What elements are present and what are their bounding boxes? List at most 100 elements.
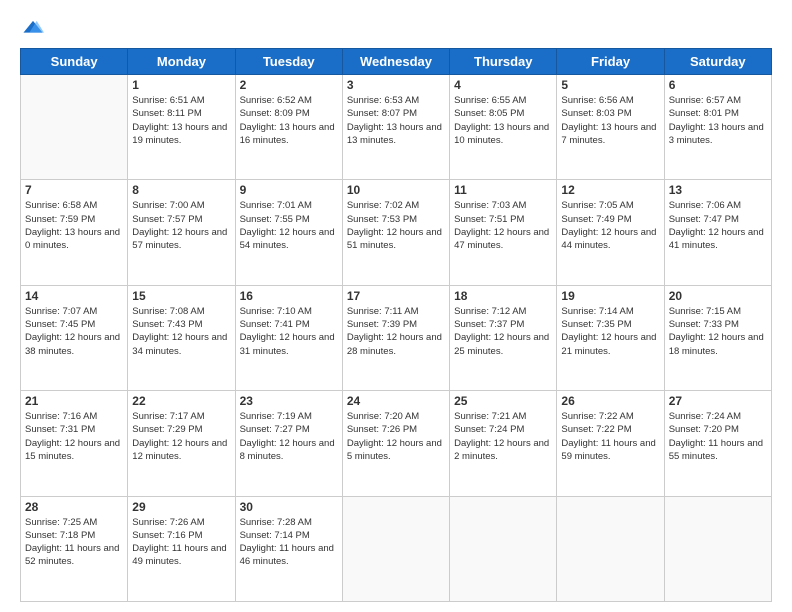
day-number: 13 (669, 183, 767, 197)
day-header-tuesday: Tuesday (235, 49, 342, 75)
day-number: 2 (240, 78, 338, 92)
calendar-cell: 11 Sunrise: 7:03 AMSunset: 7:51 PMDayligh… (450, 180, 557, 285)
day-info: Sunrise: 7:17 AMSunset: 7:29 PMDaylight:… (132, 410, 230, 463)
day-info: Sunrise: 6:58 AMSunset: 7:59 PMDaylight:… (25, 199, 123, 252)
calendar-cell: 7 Sunrise: 6:58 AMSunset: 7:59 PMDaylight… (21, 180, 128, 285)
day-header-wednesday: Wednesday (342, 49, 449, 75)
day-number: 14 (25, 289, 123, 303)
calendar-cell: 20 Sunrise: 7:15 AMSunset: 7:33 PMDayligh… (664, 285, 771, 390)
day-number: 24 (347, 394, 445, 408)
day-number: 30 (240, 500, 338, 514)
calendar-cell (21, 75, 128, 180)
page: SundayMondayTuesdayWednesdayThursdayFrid… (0, 0, 792, 612)
day-number: 5 (561, 78, 659, 92)
calendar-cell: 4 Sunrise: 6:55 AMSunset: 8:05 PMDaylight… (450, 75, 557, 180)
week-row-2: 14 Sunrise: 7:07 AMSunset: 7:45 PMDayligh… (21, 285, 772, 390)
calendar-cell: 26Sunrise: 7:22 AMSunset: 7:22 PMDayligh… (557, 391, 664, 496)
day-number: 23 (240, 394, 338, 408)
day-number: 8 (132, 183, 230, 197)
calendar-cell: 21 Sunrise: 7:16 AMSunset: 7:31 PMDayligh… (21, 391, 128, 496)
calendar-cell: 23 Sunrise: 7:19 AMSunset: 7:27 PMDayligh… (235, 391, 342, 496)
day-info: Sunrise: 7:12 AMSunset: 7:37 PMDaylight:… (454, 305, 552, 358)
calendar-cell: 12 Sunrise: 7:05 AMSunset: 7:49 PMDayligh… (557, 180, 664, 285)
calendar-cell: 18Sunrise: 7:12 AMSunset: 7:37 PMDayligh… (450, 285, 557, 390)
day-info: Sunrise: 7:28 AMSunset: 7:14 PMDaylight:… (240, 516, 338, 569)
calendar-cell: 3 Sunrise: 6:53 AMSunset: 8:07 PMDaylight… (342, 75, 449, 180)
calendar-cell: 17 Sunrise: 7:11 AMSunset: 7:39 PMDayligh… (342, 285, 449, 390)
calendar-cell: 6 Sunrise: 6:57 AMSunset: 8:01 PMDaylight… (664, 75, 771, 180)
day-info: Sunrise: 7:00 AMSunset: 7:57 PMDaylight:… (132, 199, 230, 252)
day-header-sunday: Sunday (21, 49, 128, 75)
calendar-cell: 13Sunrise: 7:06 AMSunset: 7:47 PMDayligh… (664, 180, 771, 285)
day-info: Sunrise: 7:20 AMSunset: 7:26 PMDaylight:… (347, 410, 445, 463)
day-info: Sunrise: 6:55 AMSunset: 8:05 PMDaylight:… (454, 94, 552, 147)
day-info: Sunrise: 7:11 AMSunset: 7:39 PMDaylight:… (347, 305, 445, 358)
calendar-cell: 28 Sunrise: 7:25 AMSunset: 7:18 PMDayligh… (21, 496, 128, 601)
day-number: 21 (25, 394, 123, 408)
day-info: Sunrise: 7:10 AMSunset: 7:41 PMDaylight:… (240, 305, 338, 358)
calendar-cell: 1Sunrise: 6:51 AMSunset: 8:11 PMDaylight… (128, 75, 235, 180)
week-row-1: 7 Sunrise: 6:58 AMSunset: 7:59 PMDaylight… (21, 180, 772, 285)
calendar-cell: 2 Sunrise: 6:52 AMSunset: 8:09 PMDaylight… (235, 75, 342, 180)
calendar-cell (557, 496, 664, 601)
day-info: Sunrise: 7:08 AMSunset: 7:43 PMDaylight:… (132, 305, 230, 358)
calendar-cell: 10 Sunrise: 7:02 AMSunset: 7:53 PMDayligh… (342, 180, 449, 285)
day-number: 20 (669, 289, 767, 303)
day-number: 6 (669, 78, 767, 92)
day-number: 19 (561, 289, 659, 303)
week-row-4: 28 Sunrise: 7:25 AMSunset: 7:18 PMDayligh… (21, 496, 772, 601)
day-info: Sunrise: 7:19 AMSunset: 7:27 PMDaylight:… (240, 410, 338, 463)
calendar-table: SundayMondayTuesdayWednesdayThursdayFrid… (20, 48, 772, 602)
day-number: 12 (561, 183, 659, 197)
day-info: Sunrise: 7:15 AMSunset: 7:33 PMDaylight:… (669, 305, 767, 358)
calendar-cell: 29Sunrise: 7:26 AMSunset: 7:16 PMDayligh… (128, 496, 235, 601)
calendar-cell: 5Sunrise: 6:56 AMSunset: 8:03 PMDaylight… (557, 75, 664, 180)
day-header-saturday: Saturday (664, 49, 771, 75)
day-number: 29 (132, 500, 230, 514)
day-number: 10 (347, 183, 445, 197)
logo-icon (22, 18, 44, 40)
day-number: 15 (132, 289, 230, 303)
day-number: 17 (347, 289, 445, 303)
calendar-cell: 19 Sunrise: 7:14 AMSunset: 7:35 PMDayligh… (557, 285, 664, 390)
header (20, 18, 772, 40)
calendar-cell: 30 Sunrise: 7:28 AMSunset: 7:14 PMDayligh… (235, 496, 342, 601)
day-number: 1 (132, 78, 230, 92)
week-row-0: 1Sunrise: 6:51 AMSunset: 8:11 PMDaylight… (21, 75, 772, 180)
day-info: Sunrise: 6:52 AMSunset: 8:09 PMDaylight:… (240, 94, 338, 147)
day-info: Sunrise: 7:02 AMSunset: 7:53 PMDaylight:… (347, 199, 445, 252)
calendar-cell: 15 Sunrise: 7:08 AMSunset: 7:43 PMDayligh… (128, 285, 235, 390)
day-header-monday: Monday (128, 49, 235, 75)
calendar-cell: 8 Sunrise: 7:00 AMSunset: 7:57 PMDaylight… (128, 180, 235, 285)
day-info: Sunrise: 7:03 AMSunset: 7:51 PMDaylight:… (454, 199, 552, 252)
day-info: Sunrise: 7:24 AMSunset: 7:20 PMDaylight:… (669, 410, 767, 463)
day-number: 27 (669, 394, 767, 408)
day-number: 3 (347, 78, 445, 92)
calendar-cell (342, 496, 449, 601)
day-number: 7 (25, 183, 123, 197)
calendar-cell: 25Sunrise: 7:21 AMSunset: 7:24 PMDayligh… (450, 391, 557, 496)
day-info: Sunrise: 6:57 AMSunset: 8:01 PMDaylight:… (669, 94, 767, 147)
day-info: Sunrise: 6:53 AMSunset: 8:07 PMDaylight:… (347, 94, 445, 147)
calendar-header-row: SundayMondayTuesdayWednesdayThursdayFrid… (21, 49, 772, 75)
calendar-cell: 27 Sunrise: 7:24 AMSunset: 7:20 PMDayligh… (664, 391, 771, 496)
calendar-cell (450, 496, 557, 601)
day-number: 16 (240, 289, 338, 303)
day-number: 9 (240, 183, 338, 197)
day-header-thursday: Thursday (450, 49, 557, 75)
calendar-cell: 14 Sunrise: 7:07 AMSunset: 7:45 PMDayligh… (21, 285, 128, 390)
day-info: Sunrise: 7:07 AMSunset: 7:45 PMDaylight:… (25, 305, 123, 358)
day-number: 28 (25, 500, 123, 514)
day-info: Sunrise: 7:16 AMSunset: 7:31 PMDaylight:… (25, 410, 123, 463)
week-row-3: 21 Sunrise: 7:16 AMSunset: 7:31 PMDayligh… (21, 391, 772, 496)
day-info: Sunrise: 7:21 AMSunset: 7:24 PMDaylight:… (454, 410, 552, 463)
day-info: Sunrise: 7:05 AMSunset: 7:49 PMDaylight:… (561, 199, 659, 252)
calendar-cell: 16 Sunrise: 7:10 AMSunset: 7:41 PMDayligh… (235, 285, 342, 390)
day-info: Sunrise: 7:25 AMSunset: 7:18 PMDaylight:… (25, 516, 123, 569)
calendar-cell (664, 496, 771, 601)
logo (20, 18, 44, 40)
calendar-cell: 9Sunrise: 7:01 AMSunset: 7:55 PMDaylight… (235, 180, 342, 285)
day-number: 11 (454, 183, 552, 197)
day-info: Sunrise: 7:14 AMSunset: 7:35 PMDaylight:… (561, 305, 659, 358)
day-number: 4 (454, 78, 552, 92)
